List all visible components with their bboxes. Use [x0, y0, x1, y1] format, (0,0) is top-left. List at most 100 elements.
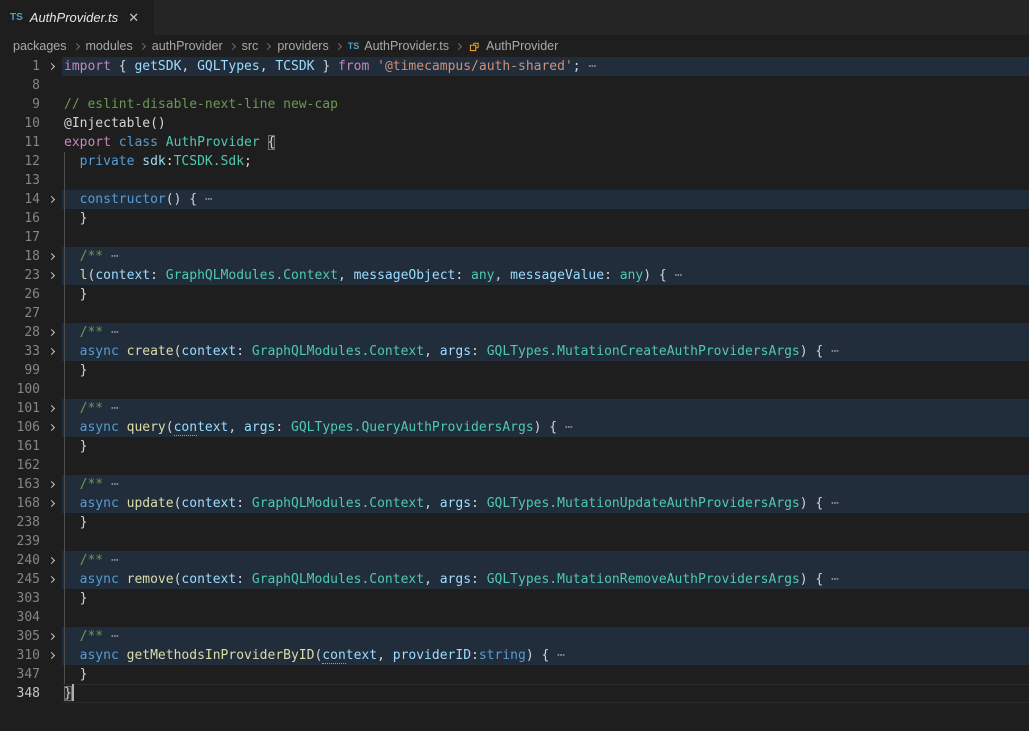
fold-ellipsis[interactable]: ⋯ — [103, 477, 119, 492]
fold-ellipsis[interactable]: ⋯ — [831, 572, 839, 587]
fold-chevron-icon[interactable] — [40, 349, 62, 354]
code-text[interactable] — [62, 608, 1029, 627]
fold-ellipsis[interactable]: ⋯ — [831, 496, 839, 511]
code-text[interactable]: @Injectable() — [62, 114, 1029, 133]
code-text[interactable] — [62, 304, 1029, 323]
code-text[interactable] — [62, 171, 1029, 190]
code-text[interactable] — [62, 228, 1029, 247]
code-text[interactable]: } — [62, 589, 1029, 608]
fold-ellipsis[interactable]: ⋯ — [205, 192, 213, 207]
token: update — [127, 496, 174, 511]
token: } — [64, 667, 87, 682]
fold-chevron-icon[interactable] — [40, 653, 62, 658]
fold-ellipsis[interactable]: ⋯ — [103, 249, 119, 264]
token: remove — [127, 572, 174, 587]
code-text[interactable]: /** ⋯ — [62, 399, 1029, 418]
line-number: 347 — [0, 665, 40, 684]
chevron-right-icon — [47, 500, 54, 507]
code-text[interactable]: // eslint-disable-next-line new-cap — [62, 95, 1029, 114]
code-text[interactable]: async remove(context: GraphQLModules.Con… — [62, 570, 1029, 589]
fold-chevron-icon[interactable] — [40, 501, 62, 506]
fold-ellipsis[interactable]: ⋯ — [565, 420, 573, 435]
fold-chevron-icon[interactable] — [40, 273, 62, 278]
indent-guide — [64, 266, 65, 285]
token: text — [346, 648, 377, 663]
code-text[interactable]: } — [62, 684, 1029, 703]
fold-ellipsis[interactable]: ⋯ — [103, 629, 119, 644]
token: } — [64, 439, 87, 454]
fold-ellipsis[interactable]: ⋯ — [675, 268, 683, 283]
breadcrumb-item-src[interactable]: src — [242, 39, 259, 53]
code-text[interactable]: async query(context, args: GQLTypes.Quer… — [62, 418, 1029, 437]
fold-chevron-icon[interactable] — [40, 634, 62, 639]
fold-chevron-icon[interactable] — [40, 577, 62, 582]
token: ) { — [526, 648, 557, 663]
code-text[interactable]: } — [62, 209, 1029, 228]
fold-chevron-icon[interactable] — [40, 64, 62, 69]
code-line-28: 28 /** ⋯ — [0, 323, 1029, 342]
breadcrumb-item-packages[interactable]: packages — [13, 39, 67, 53]
code-text[interactable]: } — [62, 285, 1029, 304]
code-text[interactable]: /** ⋯ — [62, 475, 1029, 494]
code-text[interactable] — [62, 380, 1029, 399]
token: GraphQLModules.Context — [252, 496, 424, 511]
breadcrumb-item-modules[interactable]: modules — [86, 39, 133, 53]
code-text[interactable]: /** ⋯ — [62, 247, 1029, 266]
fold-ellipsis[interactable]: ⋯ — [103, 553, 119, 568]
fold-chevron-icon[interactable] — [40, 425, 62, 430]
code-text[interactable]: async create(context: GraphQLModules.Con… — [62, 342, 1029, 361]
code-text[interactable]: import { getSDK, GQLTypes, TCSDK } from … — [62, 57, 1029, 76]
fold-chevron-icon[interactable] — [40, 330, 62, 335]
fold-ellipsis[interactable]: ⋯ — [581, 59, 597, 74]
code-text[interactable] — [62, 456, 1029, 475]
token: args — [440, 572, 471, 587]
line-number: 162 — [0, 456, 40, 475]
code-text[interactable]: async getMethodsInProviderByID(context, … — [62, 646, 1029, 665]
fold-chevron-icon[interactable] — [40, 254, 62, 259]
code-text[interactable] — [62, 532, 1029, 551]
code-text[interactable]: /** ⋯ — [62, 627, 1029, 646]
indent-guide — [64, 380, 65, 399]
code-text[interactable] — [62, 76, 1029, 95]
breadcrumb-item-symbol[interactable]: AuthProvider — [468, 39, 558, 53]
fold-ellipsis[interactable]: ⋯ — [557, 648, 565, 663]
fold-ellipsis[interactable]: ⋯ — [103, 325, 119, 340]
gutter: 238 — [0, 513, 62, 532]
code-text[interactable]: /** ⋯ — [62, 551, 1029, 570]
fold-chevron-icon[interactable] — [40, 558, 62, 563]
token — [64, 648, 80, 663]
code-text[interactable]: private sdk:TCSDK.Sdk; — [62, 152, 1029, 171]
token: , — [377, 648, 393, 663]
indent-guide — [64, 456, 65, 475]
code-text[interactable]: /** ⋯ — [62, 323, 1029, 342]
tab-authprovider[interactable]: TS AuthProvider.ts ✕ — [0, 0, 154, 35]
line-number: 310 — [0, 646, 40, 665]
line-number: 27 — [0, 304, 40, 323]
indent-guide — [64, 532, 65, 551]
fold-chevron-icon[interactable] — [40, 406, 62, 411]
fold-ellipsis[interactable]: ⋯ — [831, 344, 839, 359]
line-number: 28 — [0, 323, 40, 342]
code-text[interactable]: } — [62, 437, 1029, 456]
fold-chevron-icon[interactable] — [40, 197, 62, 202]
fold-chevron-icon[interactable] — [40, 482, 62, 487]
breadcrumb-item-file[interactable]: TSAuthProvider.ts — [348, 39, 449, 53]
breadcrumb-item-authProvider[interactable]: authProvider — [152, 39, 223, 53]
code-text[interactable]: } — [62, 361, 1029, 380]
token: : — [471, 648, 479, 663]
chevron-right-icon — [47, 63, 54, 70]
code-text[interactable]: constructor() { ⋯ — [62, 190, 1029, 209]
close-icon[interactable]: ✕ — [125, 8, 142, 28]
token: : — [471, 344, 487, 359]
code-text[interactable]: } — [62, 665, 1029, 684]
token: create — [127, 344, 174, 359]
breadcrumb-item-providers[interactable]: providers — [277, 39, 328, 53]
chevron-right-icon — [47, 272, 54, 279]
code-text[interactable]: l(context: GraphQLModules.Context, messa… — [62, 266, 1029, 285]
code-text[interactable]: async update(context: GraphQLModules.Con… — [62, 494, 1029, 513]
code-text[interactable]: } — [62, 513, 1029, 532]
code-text[interactable]: export class AuthProvider { — [62, 133, 1029, 152]
fold-ellipsis[interactable]: ⋯ — [103, 401, 119, 416]
indent-guide — [64, 570, 65, 589]
token: async — [80, 420, 119, 435]
